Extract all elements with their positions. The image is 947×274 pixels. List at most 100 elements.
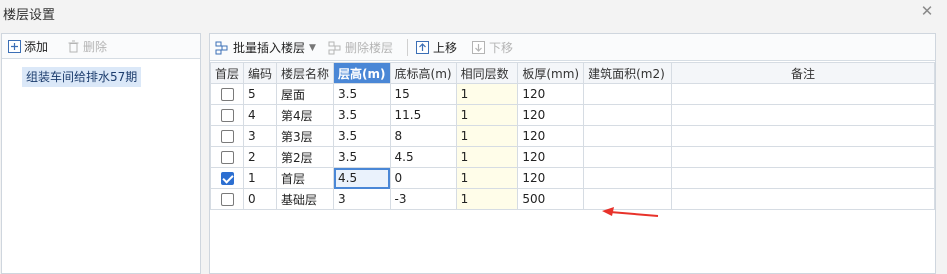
cell-slab-thickness[interactable]: 500 [517,188,585,210]
tree-toolbar: 添加 删除 [2,34,200,59]
cell-base-elevation[interactable]: 11.5 [389,104,457,126]
first-floor-checkbox[interactable] [220,151,234,164]
first-floor-checkbox[interactable] [220,193,234,206]
table-row[interactable]: 4 第4层 3.5 11.5 1 120 [209,104,936,126]
cell-name[interactable]: 屋面 [276,83,335,105]
cell-height[interactable]: 3.5 [333,146,391,168]
move-up-button[interactable]: 上移 [416,39,457,56]
cell-slab-thickness[interactable]: 120 [517,83,585,105]
col-header-note[interactable]: 备注 [670,62,936,84]
col-header-same-count[interactable]: 相同层数 [455,62,519,84]
floor-table: 首层 编码 楼层名称 层高(m) 底标高(m) 相同层数 板厚(mm) 建筑面积… [209,62,936,210]
first-floor-cell[interactable] [209,83,245,105]
cell-same-count[interactable]: 1 [455,83,519,105]
delete-floor-icon [328,41,341,54]
trash-icon [68,40,79,53]
cell-code[interactable]: 0 [243,188,278,210]
delete-floor-button[interactable]: 删除楼层 [328,39,393,56]
cell-name[interactable]: 基础层 [276,188,335,210]
cell-same-count[interactable]: 1 [455,125,519,147]
delete-label: 删除 [83,40,108,54]
batch-insert-label: 批量插入楼层 [233,41,306,55]
cell-note[interactable] [670,125,936,147]
first-floor-checkbox[interactable] [220,130,234,143]
cell-same-count[interactable]: 1 [455,167,519,189]
cell-height[interactable]: 3.5 [333,83,391,105]
cell-code[interactable]: 1 [243,167,278,189]
cell-base-elevation[interactable]: 15 [389,83,457,105]
cell-same-count[interactable]: 1 [455,146,519,168]
first-floor-checkbox[interactable] [220,109,234,122]
floor-tree-panel: 添加 删除 组装车间给排水57期 [1,33,201,274]
cell-name[interactable]: 第3层 [276,125,335,147]
table-row[interactable]: 0 基础层 3 -3 1 500 [209,188,936,210]
cell-name[interactable]: 第4层 [276,104,335,126]
cell-slab-thickness[interactable]: 120 [517,104,585,126]
delete-floor-label: 删除楼层 [345,41,394,55]
floor-table-panel: 批量插入楼层 ▼ 删除楼层 上移 下移 首层 编码 楼层名称 层高(m) 底标高… [209,33,936,274]
cell-base-elevation[interactable]: 8 [389,125,457,147]
col-header-slab-thickness[interactable]: 板厚(mm) [517,62,585,84]
table-row[interactable]: 5 屋面 3.5 15 1 120 [209,83,936,105]
cell-area[interactable] [583,167,672,189]
col-header-height[interactable]: 层高(m) [333,62,391,84]
cell-note[interactable] [670,146,936,168]
col-header-base-elevation[interactable]: 底标高(m) [389,62,457,84]
cell-base-elevation[interactable]: -3 [389,188,457,210]
cell-area[interactable] [583,146,672,168]
cell-code[interactable]: 3 [243,125,278,147]
first-floor-cell[interactable] [209,167,245,189]
table-row[interactable]: 3 第3层 3.5 8 1 120 [209,125,936,147]
cell-same-count[interactable]: 1 [455,188,519,210]
first-floor-cell[interactable] [209,188,245,210]
col-header-code[interactable]: 编码 [243,62,278,84]
batch-insert-button[interactable]: 批量插入楼层 ▼ [215,39,316,56]
cell-code[interactable]: 2 [243,146,278,168]
insert-floors-icon [215,41,228,54]
cell-note[interactable] [670,167,936,189]
cell-slab-thickness[interactable]: 120 [517,167,585,189]
first-floor-checkbox[interactable] [220,88,234,101]
title-bar: 楼层设置 ✕ [0,0,947,26]
cell-code[interactable]: 4 [243,104,278,126]
cell-same-count[interactable]: 1 [455,104,519,126]
arrow-up-icon [416,41,429,54]
table-row[interactable]: 1 首层 4.5 0 1 120 [209,167,936,189]
add-button[interactable]: 添加 [8,38,48,55]
first-floor-cell[interactable] [209,125,245,147]
table-toolbar: 批量插入楼层 ▼ 删除楼层 上移 下移 [210,34,935,61]
table-row[interactable]: 2 第2层 3.5 4.5 1 120 [209,146,936,168]
cell-slab-thickness[interactable]: 120 [517,146,585,168]
cell-slab-thickness[interactable]: 120 [517,125,585,147]
first-floor-checkbox[interactable] [220,172,234,185]
cell-area[interactable] [583,104,672,126]
first-floor-cell[interactable] [209,146,245,168]
cell-height[interactable]: 3.5 [333,125,391,147]
delete-button[interactable]: 删除 [67,38,107,55]
add-label: 添加 [24,40,49,54]
cell-note[interactable] [670,104,936,126]
cell-note[interactable] [670,188,936,210]
cell-note[interactable] [670,83,936,105]
cell-area[interactable] [583,125,672,147]
cell-name[interactable]: 第2层 [276,146,335,168]
tree-item-project[interactable]: 组装车间给排水57期 [22,67,142,87]
cell-height[interactable]: 4.5 [333,167,391,189]
cell-base-elevation[interactable]: 4.5 [389,146,457,168]
cell-name[interactable]: 首层 [276,167,335,189]
cell-height[interactable]: 3 [333,188,391,210]
col-header-name[interactable]: 楼层名称 [276,62,335,84]
cell-area[interactable] [583,188,672,210]
first-floor-cell[interactable] [209,104,245,126]
cell-base-elevation[interactable]: 0 [389,167,457,189]
col-header-area[interactable]: 建筑面积(m2) [583,62,672,84]
toolbar-divider [407,39,408,56]
cell-height[interactable]: 3.5 [333,104,391,126]
table-header-row: 首层 编码 楼层名称 层高(m) 底标高(m) 相同层数 板厚(mm) 建筑面积… [209,62,936,84]
close-icon[interactable]: ✕ [919,3,935,19]
chevron-down-icon[interactable]: ▼ [309,43,316,53]
col-header-first[interactable]: 首层 [209,62,245,84]
cell-code[interactable]: 5 [243,83,278,105]
cell-area[interactable] [583,83,672,105]
move-down-button[interactable]: 下移 [472,39,513,56]
